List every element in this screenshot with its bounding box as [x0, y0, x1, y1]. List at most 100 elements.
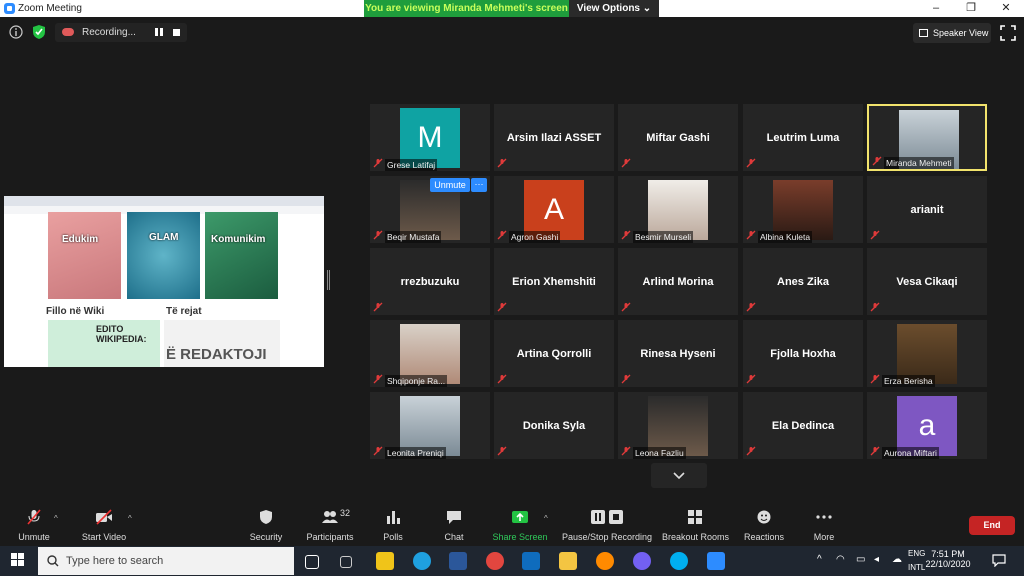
- volume-icon[interactable]: ◂: [874, 554, 879, 565]
- reactions-button[interactable]: Reactions: [740, 505, 788, 545]
- stop-recording-icon[interactable]: [173, 29, 180, 36]
- tile-glam[interactable]: GLAM: [127, 212, 200, 299]
- audio-options-caret[interactable]: ^: [54, 514, 58, 523]
- mic-muted-icon: [746, 446, 756, 456]
- battery-icon[interactable]: ▭: [856, 554, 865, 565]
- clock-date: 22/10/2020: [925, 559, 971, 569]
- participant-tile[interactable]: Rinesa Hyseni: [618, 320, 738, 387]
- info-icon[interactable]: [8, 24, 24, 40]
- heading-te-rejat: Të rejat: [166, 306, 202, 317]
- participant-tile[interactable]: Fjolla Hoxha: [743, 320, 863, 387]
- participant-tile[interactable]: Leona Fazliu: [618, 392, 738, 459]
- end-meeting-button[interactable]: End: [969, 516, 1015, 535]
- chat-button[interactable]: Chat: [434, 505, 474, 545]
- participant-tile[interactable]: Vesa Cikaqi: [867, 248, 987, 315]
- shield-icon[interactable]: [31, 24, 47, 40]
- mic-muted-icon: [373, 446, 383, 456]
- participant-tile[interactable]: Leutrim Luma: [743, 104, 863, 171]
- participant-name: arianit: [910, 203, 944, 216]
- cortana-icon[interactable]: [305, 555, 319, 569]
- more-hover-button[interactable]: ···: [471, 178, 487, 192]
- onedrive-icon[interactable]: ☁: [892, 554, 902, 565]
- share-screen-button[interactable]: Share Screen: [490, 505, 550, 545]
- store-icon[interactable]: [376, 552, 394, 570]
- start-video-button[interactable]: Start Video: [78, 505, 130, 545]
- file-explorer-icon[interactable]: [559, 552, 577, 570]
- unmute-hover-button[interactable]: Unmute: [430, 178, 470, 192]
- more-button[interactable]: More: [806, 505, 842, 545]
- participants-button[interactable]: 32 Participants: [300, 505, 360, 545]
- participants-count: 32: [340, 508, 351, 518]
- split-divider[interactable]: [327, 270, 330, 290]
- participant-tile[interactable]: Miftar Gashi: [618, 104, 738, 171]
- skype-icon[interactable]: [670, 552, 688, 570]
- notification-icon[interactable]: [992, 554, 1006, 567]
- edge-icon[interactable]: [413, 552, 431, 570]
- mic-muted-icon: [621, 158, 631, 168]
- participant-tile[interactable]: Shqiponje Ra...: [370, 320, 490, 387]
- participant-tile[interactable]: Besmir Murseli: [618, 176, 738, 243]
- shared-screen[interactable]: Edukim GLAM Komunikim Fillo në Wiki Të r…: [4, 196, 324, 367]
- firefox-icon[interactable]: [596, 552, 614, 570]
- participant-tile[interactable]: a Aurona Miftari: [867, 392, 987, 459]
- chrome-icon[interactable]: [486, 552, 504, 570]
- participant-tile[interactable]: Erion Xhemshiti: [494, 248, 614, 315]
- participant-name: Vesa Cikaqi: [896, 275, 958, 288]
- tile-komunikim[interactable]: Komunikim: [205, 212, 278, 299]
- participant-tile[interactable]: Donika Syla: [494, 392, 614, 459]
- view-options-button[interactable]: View Options ⌄: [569, 0, 659, 17]
- task-view-icon[interactable]: [340, 556, 352, 568]
- mic-muted-icon: [497, 446, 507, 456]
- heading-fillo: Fillo në Wiki: [46, 306, 105, 317]
- language-intl[interactable]: INTL: [908, 563, 925, 572]
- polls-button[interactable]: Polls: [373, 505, 413, 545]
- taskbar-search-box[interactable]: Type here to search: [38, 547, 294, 575]
- participant-tile[interactable]: Arlind Morina: [618, 248, 738, 315]
- participant-tile[interactable]: Miranda Mehmeti: [867, 104, 987, 171]
- fullscreen-icon[interactable]: [1000, 25, 1016, 41]
- tile-edukim[interactable]: Edukim: [48, 212, 121, 299]
- participant-tile[interactable]: Leonita Preniqi: [370, 392, 490, 459]
- participant-name: Leutrim Luma: [766, 131, 840, 144]
- pause-recording-icon[interactable]: [155, 28, 164, 37]
- participant-name-label: Grese Latifaj: [385, 159, 438, 171]
- next-page-button[interactable]: [651, 463, 707, 488]
- share-options-caret[interactable]: ^: [544, 514, 548, 523]
- breakout-rooms-button[interactable]: Breakout Rooms: [662, 505, 729, 545]
- clock-time: 7:51 PM: [931, 549, 965, 559]
- participant-tile[interactable]: A Agron Gashi: [494, 176, 614, 243]
- video-options-caret[interactable]: ^: [128, 514, 132, 523]
- language-eng[interactable]: ENG: [908, 549, 925, 558]
- participant-tile[interactable]: Arsim Ilazi ASSET: [494, 104, 614, 171]
- participant-tile[interactable]: M Grese Latifaj: [370, 104, 490, 171]
- windows-start-icon[interactable]: [11, 553, 25, 567]
- participant-tile[interactable]: Anes Zika: [743, 248, 863, 315]
- pause-stop-recording-button[interactable]: Pause/Stop Recording: [562, 505, 652, 545]
- taskbar-clock[interactable]: 7:51 PM 22/10/2020: [924, 549, 972, 575]
- viber-icon[interactable]: [633, 552, 651, 570]
- redaktoji-banner[interactable]: Ë REDAKTOJI: [164, 320, 280, 367]
- unmute-button[interactable]: Unmute: [10, 505, 58, 545]
- participant-name-label: Shqiponje Ra...: [385, 375, 448, 387]
- participant-tile[interactable]: arianit: [867, 176, 987, 243]
- wifi-icon[interactable]: ◠: [836, 554, 845, 565]
- speaker-view-button[interactable]: Speaker View: [913, 23, 991, 43]
- participant-tile[interactable]: rrezbuzuku: [370, 248, 490, 315]
- word-icon[interactable]: [449, 552, 467, 570]
- tray-chevron-icon[interactable]: ^: [817, 554, 822, 565]
- edito-wikipedia-banner[interactable]: EDITO WIKIPEDIA:: [48, 320, 160, 367]
- mic-muted-icon: [497, 374, 507, 384]
- participant-tile[interactable]: Albina Kuleta: [743, 176, 863, 243]
- participant-tile[interactable]: Erza Berisha: [867, 320, 987, 387]
- participant-tile[interactable]: Ela Dedinca: [743, 392, 863, 459]
- participant-name-label: Besmir Murseli: [633, 231, 694, 243]
- maximize-button[interactable]: ❐: [955, 0, 987, 17]
- security-button[interactable]: Security: [244, 505, 288, 545]
- close-button[interactable]: ✕: [990, 0, 1022, 17]
- zoom-taskbar-icon[interactable]: [707, 552, 725, 570]
- outlook-icon[interactable]: [522, 552, 540, 570]
- minimize-button[interactable]: –: [920, 0, 952, 17]
- participant-name: Fjolla Hoxha: [770, 347, 836, 360]
- participant-tile[interactable]: Artina Qorrolli: [494, 320, 614, 387]
- participant-name: Miftar Gashi: [646, 131, 710, 144]
